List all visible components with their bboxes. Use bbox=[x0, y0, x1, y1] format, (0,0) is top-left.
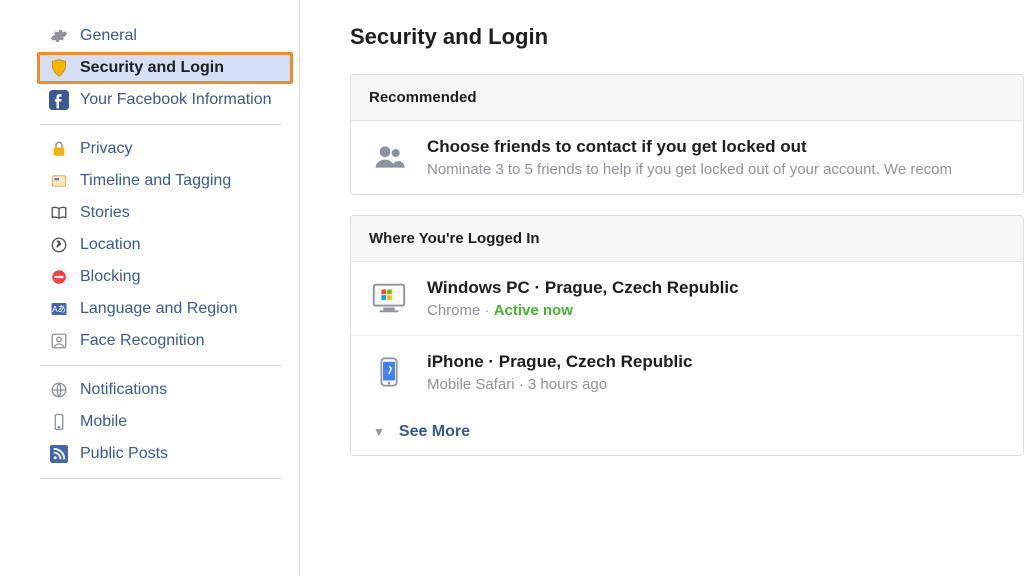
friends-icon bbox=[369, 137, 409, 177]
sessions-header: Where You're Logged In bbox=[351, 216, 1023, 262]
rss-icon bbox=[48, 443, 70, 465]
row-content: Windows PC · Prague, Czech Republic Chro… bbox=[427, 278, 1005, 319]
globe-icon bbox=[48, 379, 70, 401]
sidebar-item-label: Timeline and Tagging bbox=[80, 171, 231, 190]
sidebar-item-timeline[interactable]: Timeline and Tagging bbox=[40, 165, 299, 197]
chevron-down-icon: ▼ bbox=[373, 425, 385, 439]
sidebar-item-label: Face Recognition bbox=[80, 331, 205, 350]
settings-sidebar: General Security and Login Your Facebook… bbox=[0, 0, 300, 576]
sidebar-item-mobile[interactable]: Mobile bbox=[40, 406, 299, 438]
gear-icon bbox=[48, 25, 70, 47]
sidebar-divider bbox=[40, 124, 281, 125]
see-more-label: See More bbox=[399, 423, 470, 441]
row-subtitle: Nominate 3 to 5 friends to help if you g… bbox=[427, 161, 1005, 178]
face-icon bbox=[48, 330, 70, 352]
session-status: Active now bbox=[494, 302, 573, 319]
svg-text:Aあ: Aあ bbox=[52, 305, 66, 314]
shield-icon bbox=[48, 57, 70, 79]
sidebar-item-label: Security and Login bbox=[80, 58, 224, 77]
sidebar-item-label: Mobile bbox=[80, 412, 127, 431]
sidebar-divider bbox=[40, 365, 281, 366]
see-more-button[interactable]: ▼ See More bbox=[351, 409, 1023, 455]
sidebar-item-label: Blocking bbox=[80, 267, 140, 286]
sidebar-item-label: Location bbox=[80, 235, 141, 254]
mobile-icon bbox=[48, 411, 70, 433]
session-details: Chrome · Active now bbox=[427, 302, 1005, 319]
page-title: Security and Login bbox=[350, 24, 1024, 50]
sidebar-item-face[interactable]: Face Recognition bbox=[40, 325, 299, 357]
row-content: Choose friends to contact if you get loc… bbox=[427, 137, 1005, 178]
sidebar-item-language[interactable]: Aあ Language and Region bbox=[40, 293, 299, 325]
sidebar-item-public-posts[interactable]: Public Posts bbox=[40, 438, 299, 470]
session-title: Windows PC · Prague, Czech Republic bbox=[427, 278, 1005, 298]
sidebar-item-label: Language and Region bbox=[80, 299, 237, 318]
sidebar-item-label: General bbox=[80, 26, 137, 45]
main-content: Security and Login Recommended Choose fr… bbox=[300, 0, 1024, 576]
sidebar-item-label: Your Facebook Information bbox=[80, 90, 272, 109]
recommended-header: Recommended bbox=[351, 75, 1023, 121]
sidebar-item-blocking[interactable]: Blocking bbox=[40, 261, 299, 293]
sidebar-item-label: Notifications bbox=[80, 380, 167, 399]
recommended-panel: Recommended Choose friends to contact if… bbox=[350, 74, 1024, 195]
sidebar-item-your-info[interactable]: Your Facebook Information bbox=[40, 84, 299, 116]
session-row[interactable]: iPhone · Prague, Czech Republic Mobile S… bbox=[351, 335, 1023, 409]
sidebar-item-label: Public Posts bbox=[80, 444, 168, 463]
sidebar-item-label: Privacy bbox=[80, 139, 132, 158]
location-icon bbox=[48, 234, 70, 256]
book-icon bbox=[48, 202, 70, 224]
badge-icon bbox=[48, 170, 70, 192]
lock-icon bbox=[48, 138, 70, 160]
session-title: iPhone · Prague, Czech Republic bbox=[427, 352, 1005, 372]
monitor-icon bbox=[369, 278, 409, 318]
row-content: iPhone · Prague, Czech Republic Mobile S… bbox=[427, 352, 1005, 393]
blocking-icon bbox=[48, 266, 70, 288]
sidebar-item-general[interactable]: General bbox=[40, 20, 299, 52]
phone-icon bbox=[369, 352, 409, 392]
sidebar-item-stories[interactable]: Stories bbox=[40, 197, 299, 229]
session-details: Mobile Safari · 3 hours ago bbox=[427, 376, 1005, 393]
language-icon: Aあ bbox=[48, 298, 70, 320]
row-title: Choose friends to contact if you get loc… bbox=[427, 137, 1005, 157]
sidebar-item-privacy[interactable]: Privacy bbox=[40, 133, 299, 165]
sidebar-item-label: Stories bbox=[80, 203, 130, 222]
sessions-panel: Where You're Logged In Windows PC · Prag… bbox=[350, 215, 1024, 456]
sidebar-item-location[interactable]: Location bbox=[40, 229, 299, 261]
sidebar-item-security-login[interactable]: Security and Login bbox=[37, 52, 293, 84]
trusted-contacts-row[interactable]: Choose friends to contact if you get loc… bbox=[351, 121, 1023, 194]
session-row[interactable]: Windows PC · Prague, Czech Republic Chro… bbox=[351, 262, 1023, 335]
facebook-icon bbox=[48, 89, 70, 111]
sidebar-divider bbox=[40, 478, 281, 479]
session-browser: Chrome bbox=[427, 302, 480, 319]
sidebar-item-notifications[interactable]: Notifications bbox=[40, 374, 299, 406]
